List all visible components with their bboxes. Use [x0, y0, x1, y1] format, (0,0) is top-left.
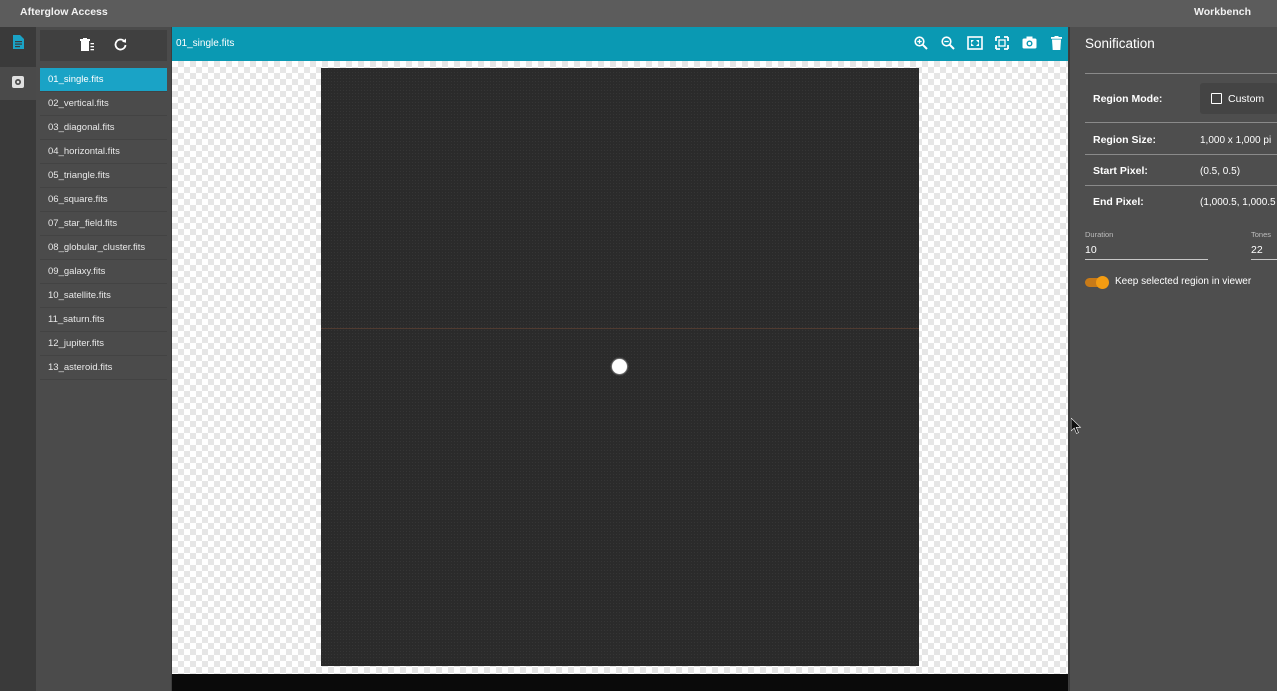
- file-list-item[interactable]: 06_square.fits: [40, 188, 167, 212]
- file-panel: 01_single.fits 02_vertical.fits 03_diagona…: [36, 27, 171, 691]
- zoom-in-button[interactable]: [913, 35, 929, 53]
- checkbox-icon: [1211, 93, 1222, 104]
- app-title: Afterglow Access: [20, 6, 108, 18]
- keep-region-label: Keep selected region in viewer: [1115, 276, 1252, 287]
- region-size-label: Region Size:: [1093, 134, 1157, 146]
- snapshot-icon: [1022, 36, 1037, 52]
- close-files-button[interactable]: [79, 37, 95, 54]
- refresh-button[interactable]: [113, 38, 129, 54]
- duration-underline: [1085, 259, 1208, 260]
- actual-size-button[interactable]: [994, 35, 1010, 53]
- file-list: 01_single.fits 02_vertical.fits 03_diagona…: [40, 68, 167, 380]
- start-pixel-value: (0.5, 0.5): [1200, 166, 1241, 177]
- file-toolbar: [40, 30, 167, 61]
- image-viewer: 01_single.fits: [172, 27, 1068, 691]
- file-list-item[interactable]: 05_triangle.fits: [40, 164, 167, 188]
- zoom-out-button[interactable]: [940, 35, 956, 53]
- tones-label: Tones: [1251, 230, 1272, 239]
- keep-region-toggle[interactable]: [1085, 276, 1109, 289]
- tones-input[interactable]: 22: [1251, 244, 1263, 256]
- file-icon: [12, 35, 24, 52]
- zoom-out-icon: [941, 35, 955, 53]
- star-source: [612, 359, 627, 374]
- image-artifact-line: [321, 328, 919, 329]
- duration-input[interactable]: 10: [1085, 244, 1097, 256]
- divider: [1085, 73, 1277, 74]
- file-list-item[interactable]: 10_satellite.fits: [40, 284, 167, 308]
- divider: [1085, 122, 1277, 123]
- mouse-cursor-icon: [1070, 417, 1082, 437]
- start-pixel-label: Start Pixel:: [1093, 165, 1148, 177]
- end-pixel-label: End Pixel:: [1093, 196, 1144, 208]
- delete-button[interactable]: [1048, 35, 1064, 53]
- tones-underline: [1251, 259, 1277, 260]
- left-rail: [0, 27, 36, 691]
- actual-size-icon: [995, 35, 1009, 53]
- region-mode-custom-label: Custom: [1228, 92, 1265, 105]
- divider: [1085, 154, 1277, 155]
- file-list-item[interactable]: 11_saturn.fits: [40, 308, 167, 332]
- end-pixel-value: (1,000.5, 1,000.5: [1200, 197, 1276, 208]
- file-list-item[interactable]: 03_diagonal.fits: [40, 116, 167, 140]
- file-list-item[interactable]: 02_vertical.fits: [40, 92, 167, 116]
- viewer-header: 01_single.fits: [172, 27, 1068, 61]
- viewer-canvas[interactable]: [172, 61, 1068, 674]
- settings-icon: [11, 75, 25, 92]
- region-size-value: 1,000 x 1,000 pi: [1200, 135, 1272, 146]
- viewer-toolbar: [913, 35, 1064, 53]
- file-list-item[interactable]: 12_jupiter.fits: [40, 332, 167, 356]
- panel-title: Sonification: [1085, 36, 1155, 51]
- region-mode-label: Region Mode:: [1093, 93, 1163, 105]
- viewer-tab[interactable]: 01_single.fits: [176, 38, 234, 49]
- zoom-to-fit-button[interactable]: [967, 35, 983, 53]
- file-list-item[interactable]: 04_horizontal.fits: [40, 140, 167, 164]
- file-list-item[interactable]: 07_star_field.fits: [40, 212, 167, 236]
- file-list-item[interactable]: 08_globular_cluster.fits: [40, 236, 167, 260]
- sonification-panel: Sonification Region Mode: Custom Region …: [1069, 27, 1277, 691]
- zoom-in-icon: [914, 35, 928, 53]
- workbench-link[interactable]: Workbench: [1194, 6, 1251, 18]
- viewer-footer: [172, 674, 1068, 691]
- toggle-thumb: [1096, 276, 1109, 289]
- duration-label: Duration: [1085, 230, 1114, 239]
- refresh-icon: [114, 38, 127, 54]
- rail-files-button[interactable]: [0, 27, 36, 60]
- file-list-item[interactable]: 13_asteroid.fits: [40, 356, 167, 380]
- file-list-item[interactable]: 09_galaxy.fits: [40, 260, 167, 284]
- divider: [1085, 185, 1277, 186]
- snapshot-button[interactable]: [1021, 36, 1037, 52]
- rail-settings-button[interactable]: [0, 67, 36, 100]
- zoom-to-fit-icon: [967, 35, 983, 53]
- file-list-item[interactable]: 01_single.fits: [40, 68, 167, 92]
- delete-icon: [1050, 35, 1062, 53]
- fits-image[interactable]: [321, 68, 919, 666]
- region-mode-custom-button[interactable]: Custom: [1200, 83, 1277, 114]
- top-bar: Afterglow Access Workbench: [0, 0, 1277, 27]
- close-files-icon: [79, 37, 94, 54]
